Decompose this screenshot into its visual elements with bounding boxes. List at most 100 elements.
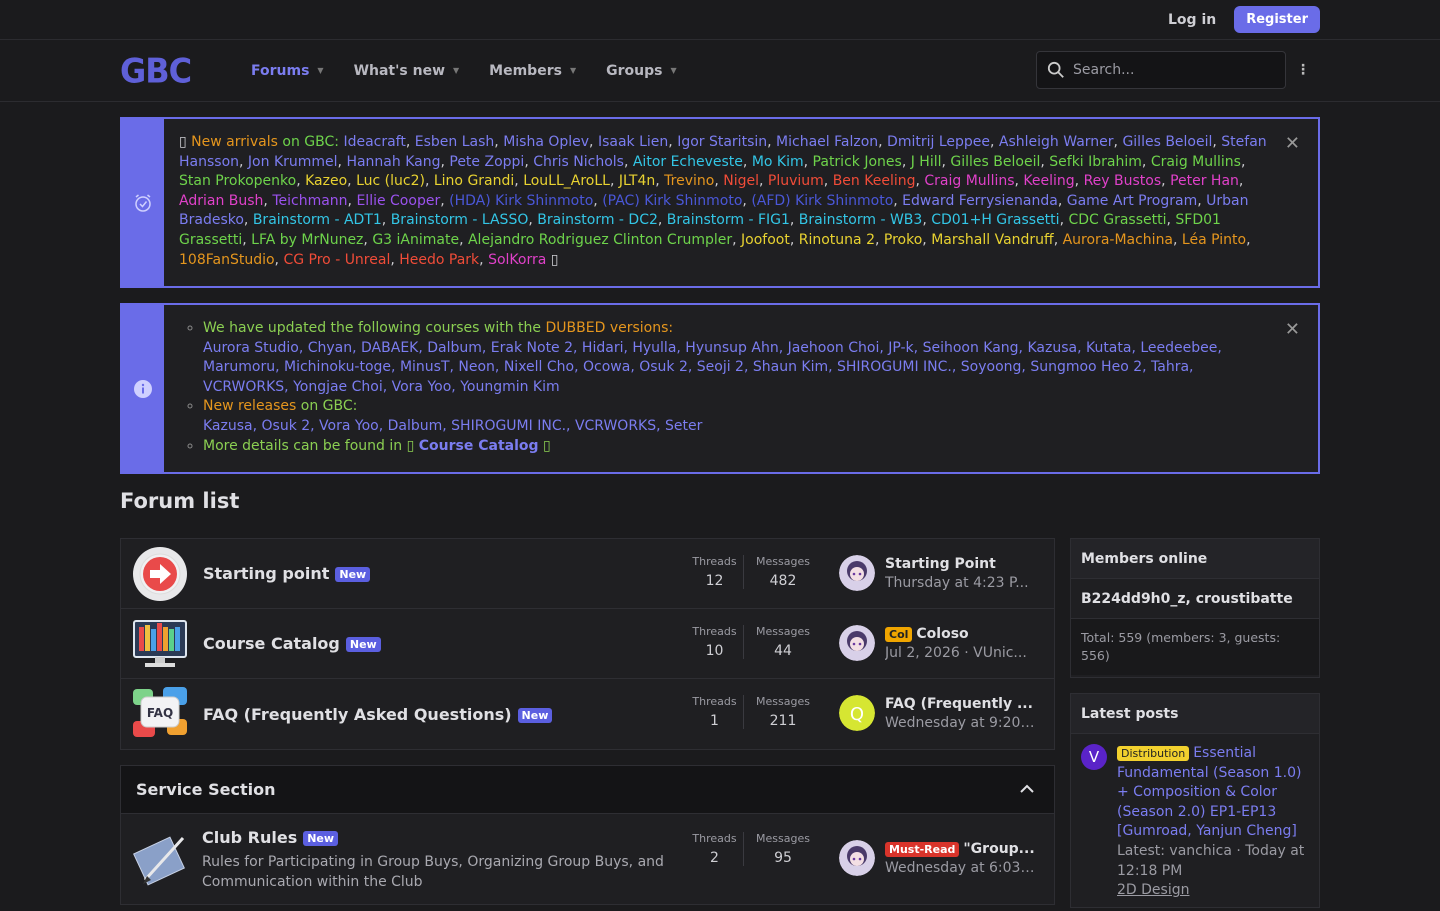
arrival-name-link[interactable]: Ideacraft bbox=[343, 134, 405, 150]
last-post[interactable]: Q FAQ (Frequently ... Wednesday at 9:20 .… bbox=[839, 695, 1037, 731]
arrival-name-link[interactable]: (PAC) Kirk Shinmoto bbox=[602, 193, 742, 209]
close-icon[interactable]: ✕ bbox=[1285, 133, 1300, 154]
arrival-name-link[interactable]: Craig Mullins bbox=[924, 173, 1014, 189]
close-icon[interactable]: ✕ bbox=[1285, 319, 1300, 340]
arrival-name-link[interactable]: Nigel bbox=[723, 173, 759, 189]
arrival-name-link[interactable]: (HDA) Kirk Shinmoto bbox=[449, 193, 593, 209]
avatar[interactable] bbox=[839, 555, 875, 591]
arrival-name-link[interactable]: Brainstorm - ADT1 bbox=[253, 212, 382, 228]
chevron-down-icon[interactable]: ▼ bbox=[453, 66, 459, 75]
arrival-name-link[interactable]: Gilles Beloeil bbox=[950, 154, 1040, 170]
avatar[interactable]: V bbox=[1081, 744, 1107, 770]
forum-title[interactable]: FAQ (Frequently Asked Questions) New bbox=[203, 705, 553, 724]
arrival-name-link[interactable]: G3 iAnimate bbox=[372, 232, 459, 248]
arrival-name-link[interactable]: Aitor Echeveste bbox=[633, 154, 743, 170]
arrival-name-link[interactable]: Aurora-Machina bbox=[1063, 232, 1173, 248]
arrival-name-link[interactable]: Brainstorm - LASSO bbox=[391, 212, 529, 228]
chevron-down-icon[interactable]: ▼ bbox=[317, 66, 323, 75]
arrival-name-link[interactable]: CDC Grassetti bbox=[1068, 212, 1166, 228]
release-course-list[interactable]: Kazusa, Osuk 2, Vora Yoo, Dalbum, SHIROG… bbox=[203, 418, 702, 434]
last-post-title[interactable]: Starting Point bbox=[885, 556, 1037, 572]
widget-title[interactable]: Members online bbox=[1071, 539, 1319, 579]
arrival-name-link[interactable]: Léa Pinto bbox=[1182, 232, 1246, 248]
arrival-name-link[interactable]: Igor Staritsin bbox=[677, 134, 767, 150]
site-logo[interactable]: GBC bbox=[120, 51, 230, 91]
nav-whats-new[interactable]: What's new ▼ bbox=[354, 63, 460, 79]
arrival-name-link[interactable]: Teichmann bbox=[272, 193, 347, 209]
arrival-name-link[interactable]: Mo Kim bbox=[752, 154, 804, 170]
forum-title[interactable]: Course Catalog New bbox=[203, 634, 381, 653]
arrival-name-link[interactable]: Patrick Jones bbox=[813, 154, 902, 170]
arrival-name-link[interactable]: Ellie Cooper bbox=[356, 193, 440, 209]
nav-groups[interactable]: Groups ▼ bbox=[606, 63, 677, 79]
arrival-name-link[interactable]: LFA by MrNunez bbox=[251, 232, 363, 248]
arrival-name-link[interactable]: Kazeo bbox=[305, 173, 347, 189]
arrival-name-link[interactable]: Isaak Lien bbox=[598, 134, 668, 150]
avatar[interactable]: Q bbox=[839, 695, 875, 731]
arrival-name-link[interactable]: Brainstorm - WB3 bbox=[799, 212, 923, 228]
arrival-name-link[interactable]: LouLL_AroLL bbox=[523, 173, 610, 189]
arrival-name-link[interactable]: Adrian Bush bbox=[179, 193, 263, 209]
arrival-name-link[interactable]: Chris Nichols bbox=[533, 154, 624, 170]
arrival-name-link[interactable]: Rey Bustos bbox=[1084, 173, 1162, 189]
arrival-name-link[interactable]: Dmitrij Leppee bbox=[887, 134, 990, 150]
arrival-name-link[interactable]: Brainstorm - DC2 bbox=[537, 212, 658, 228]
arrival-name-link[interactable]: Joofoot bbox=[741, 232, 790, 248]
latest-post-item[interactable]: V Distribution Essential Fundamental (Sea… bbox=[1071, 734, 1319, 911]
last-post-title[interactable]: Col Coloso bbox=[885, 626, 1037, 642]
arrival-name-link[interactable]: Pete Zoppi bbox=[449, 154, 524, 170]
arrival-name-link[interactable]: Edward Ferrysienanda bbox=[902, 193, 1058, 209]
forum-row-course-catalog[interactable]: Course Catalog New Threads 10 Messages 44 C… bbox=[121, 609, 1054, 679]
arrival-name-link[interactable]: Trevino bbox=[664, 173, 714, 189]
last-post[interactable]: Starting Point Thursday at 4:23 P... bbox=[839, 555, 1037, 591]
arrival-name-link[interactable]: CD01+H Grassetti bbox=[931, 212, 1059, 228]
arrival-name-link[interactable]: CG Pro - Unreal bbox=[283, 252, 390, 268]
arrival-name-link[interactable]: Stan Prokopenko bbox=[179, 173, 296, 189]
arrival-name-link[interactable]: Game Art Program bbox=[1067, 193, 1197, 209]
online-users[interactable]: B224dd9h0_z, croustibatte bbox=[1071, 579, 1319, 619]
last-post-title[interactable]: Must-Read "Group... bbox=[885, 841, 1037, 857]
arrival-name-link[interactable]: Pluvium bbox=[768, 173, 824, 189]
forum-row-club-rules[interactable]: Club Rules New Rules for Participating in… bbox=[121, 814, 1054, 904]
forum-title[interactable]: Starting point New bbox=[203, 564, 371, 583]
arrival-name-link[interactable]: Hannah Kang bbox=[346, 154, 440, 170]
arrival-name-link[interactable]: Brainstorm - FIG1 bbox=[667, 212, 790, 228]
arrival-name-link[interactable]: Alejandro Rodriguez Clinton Crumpler bbox=[468, 232, 732, 248]
arrival-name-link[interactable]: Sefki Ibrahim bbox=[1049, 154, 1142, 170]
last-post[interactable]: Must-Read "Group... Wednesday at 6:03 ... bbox=[839, 840, 1037, 876]
arrival-name-link[interactable]: Esben Lash bbox=[415, 134, 495, 150]
arrival-name-link[interactable]: Ben Keeling bbox=[833, 173, 916, 189]
chevron-down-icon[interactable]: ▼ bbox=[670, 66, 676, 75]
arrival-name-link[interactable]: 108FanStudio bbox=[179, 252, 275, 268]
search-input[interactable]: Search... bbox=[1036, 51, 1286, 89]
arrival-name-link[interactable]: Peter Han bbox=[1170, 173, 1239, 189]
arrival-name-link[interactable]: Luc (luc2) bbox=[356, 173, 425, 189]
arrival-name-link[interactable]: Gilles Beloeil bbox=[1122, 134, 1212, 150]
avatar[interactable] bbox=[839, 625, 875, 661]
more-options-icon[interactable]: ⋮ bbox=[1296, 62, 1310, 78]
arrival-name-link[interactable]: SolKorra bbox=[488, 252, 546, 268]
nav-forums[interactable]: Forums ▼ bbox=[251, 63, 324, 79]
avatar[interactable] bbox=[839, 840, 875, 876]
arrival-name-link[interactable]: Misha Oplev bbox=[503, 134, 589, 150]
arrival-name-link[interactable]: Ashleigh Warner bbox=[999, 134, 1114, 150]
last-post-title[interactable]: FAQ (Frequently ... bbox=[885, 696, 1037, 712]
arrival-name-link[interactable]: Marshall Vandruff bbox=[931, 232, 1054, 248]
last-post[interactable]: Col Coloso Jul 2, 2026 · VUnic... bbox=[839, 625, 1037, 661]
arrival-name-link[interactable]: Lino Grandi bbox=[434, 173, 514, 189]
arrival-name-link[interactable]: (AFD) Kirk Shinmoto bbox=[751, 193, 893, 209]
dubbed-course-list[interactable]: Aurora Studio, Chyan, DABAEK, Dalbum, Er… bbox=[203, 340, 1222, 395]
arrival-name-link[interactable]: Keeling bbox=[1023, 173, 1074, 189]
arrival-name-link[interactable]: Michael Falzon bbox=[776, 134, 878, 150]
register-button[interactable]: Register bbox=[1234, 6, 1320, 33]
nav-members[interactable]: Members ▼ bbox=[489, 63, 576, 79]
widget-title[interactable]: Latest posts bbox=[1071, 694, 1319, 734]
arrival-name-link[interactable]: JLT4n bbox=[619, 173, 655, 189]
login-link[interactable]: Log in bbox=[1168, 12, 1216, 28]
arrival-name-link[interactable]: Craig Mullins bbox=[1151, 154, 1241, 170]
arrival-name-link[interactable]: Heedo Park bbox=[399, 252, 479, 268]
course-catalog-link[interactable]: Course Catalog bbox=[419, 438, 539, 454]
arrival-name-link[interactable]: Proko bbox=[884, 232, 922, 248]
arrival-name-link[interactable]: Rinotuna 2 bbox=[799, 232, 875, 248]
forum-title[interactable]: Club Rules New bbox=[202, 828, 339, 847]
